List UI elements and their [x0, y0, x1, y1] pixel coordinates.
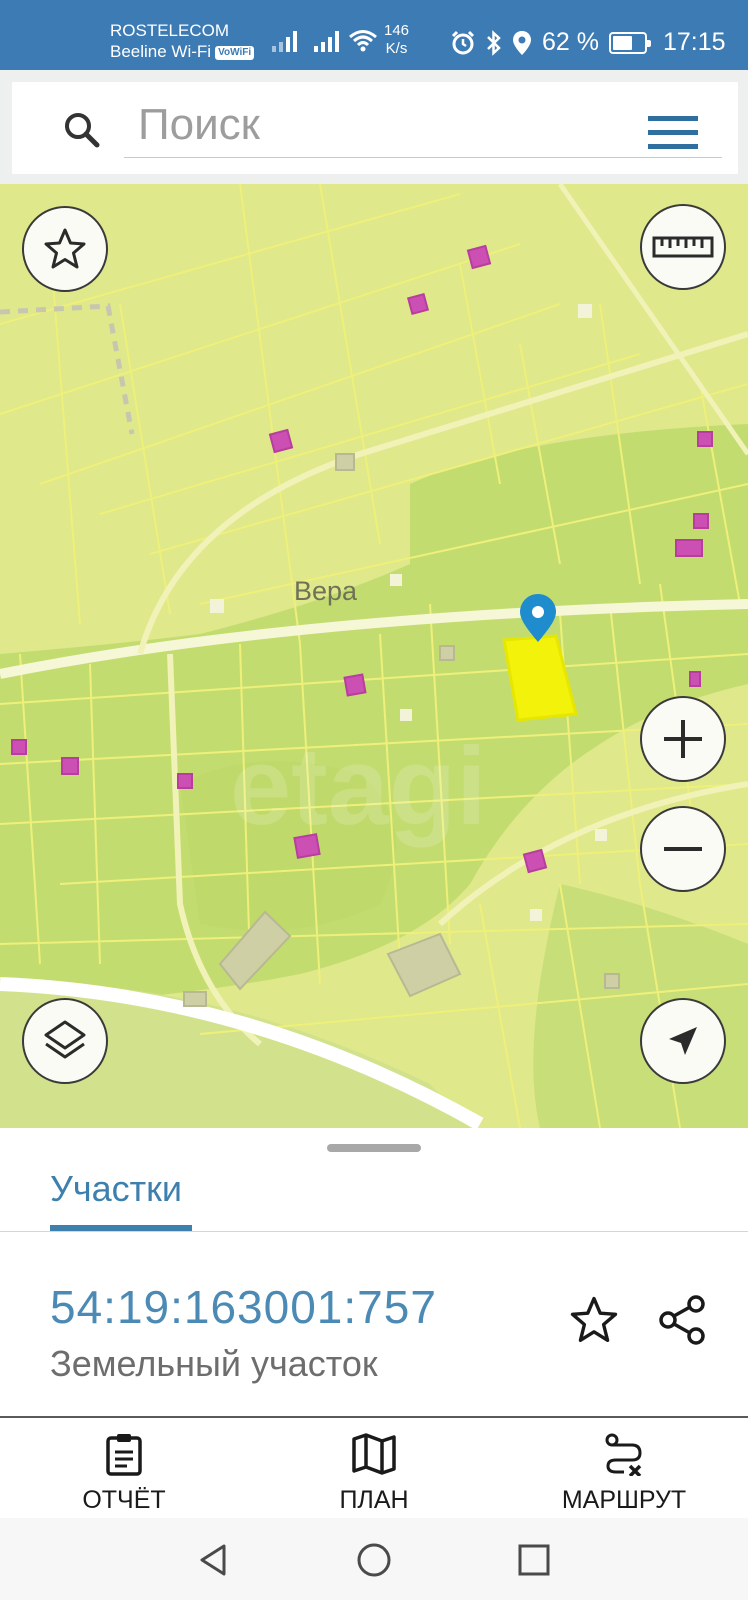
signal-icon	[314, 30, 339, 52]
signal-icon	[272, 30, 297, 52]
vowifi-badge: VoWiFi	[215, 46, 255, 60]
battery-percent: 62 %	[542, 28, 599, 56]
tab-parcels[interactable]: Участки	[50, 1168, 182, 1246]
search-card	[12, 82, 738, 174]
plan-label: ПЛАН	[339, 1486, 409, 1514]
map-view[interactable]: etagi Вера	[0, 184, 748, 1128]
location-icon	[513, 30, 531, 55]
status-bar: ROSTELECOM Beeline Wi-Fi VoWiFi 146 K/s 6	[0, 0, 748, 70]
parcel-type: Земельный участок	[50, 1343, 378, 1384]
zoom-out-icon	[664, 847, 702, 851]
alarm-icon	[451, 30, 475, 54]
search-bar	[0, 70, 748, 184]
network-speed: 146 K/s	[384, 22, 409, 58]
search-input[interactable]	[124, 92, 722, 158]
carrier-secondary-name: Beeline Wi-Fi	[110, 42, 212, 61]
drag-handle[interactable]	[327, 1144, 421, 1152]
place-label: Вера	[294, 576, 358, 606]
carrier-info: ROSTELECOM Beeline Wi-Fi VoWiFi	[110, 20, 255, 62]
navigation-arrow-icon	[669, 1027, 697, 1055]
star-icon	[44, 228, 86, 269]
etagi-watermark: etagi	[230, 725, 487, 848]
wifi-icon	[349, 30, 377, 52]
divider	[0, 1231, 748, 1232]
plan-button[interactable]: ПЛАН	[274, 1418, 474, 1518]
report-label: ОТЧЁТ	[82, 1486, 166, 1514]
speed-unit: K/s	[385, 40, 408, 57]
clock: 17:15	[662, 28, 726, 56]
recents-icon[interactable]	[514, 1540, 554, 1580]
map-icon	[352, 1433, 396, 1475]
zoom-out-button[interactable]	[640, 806, 726, 892]
battery-icon	[608, 31, 651, 54]
carrier-primary: ROSTELECOM	[110, 21, 230, 40]
back-icon[interactable]	[194, 1540, 234, 1580]
route-icon	[605, 1433, 642, 1476]
my-location-button[interactable]	[640, 998, 726, 1084]
home-icon[interactable]	[354, 1540, 394, 1580]
parcel-cadastral-number[interactable]: 54:19:163001:757	[50, 1280, 437, 1334]
status-right: 62 % 17:15	[450, 28, 726, 57]
speed-value: 146	[384, 22, 410, 39]
bluetooth-icon	[487, 29, 501, 56]
zoom-in-icon	[664, 720, 702, 758]
clipboard-icon	[106, 1434, 142, 1476]
route-label: МАРШРУТ	[561, 1486, 687, 1514]
favorites-button[interactable]	[22, 206, 108, 292]
report-button[interactable]: ОТЧЁТ	[24, 1418, 224, 1518]
share-icon[interactable]	[658, 1294, 708, 1346]
bottom-actions: ОТЧЁТ ПЛАН МАРШРУТ	[0, 1418, 748, 1518]
favorite-star-icon[interactable]	[568, 1294, 620, 1346]
ruler-button[interactable]	[640, 204, 726, 290]
layers-button[interactable]	[22, 998, 108, 1084]
layers-icon	[44, 1020, 86, 1059]
search-icon[interactable]	[62, 110, 102, 150]
system-navigation-bar	[0, 1518, 748, 1600]
menu-icon[interactable]	[648, 116, 698, 150]
carrier-secondary: Beeline Wi-Fi VoWiFi	[110, 41, 255, 62]
ruler-icon	[652, 236, 714, 258]
parcel-sheet: Участки 54:19:163001:757 Земельный участ…	[0, 1128, 748, 1418]
zoom-in-button[interactable]	[640, 696, 726, 782]
route-button[interactable]: МАРШРУТ	[524, 1418, 724, 1518]
map-canvas[interactable]: etagi	[0, 184, 748, 1128]
